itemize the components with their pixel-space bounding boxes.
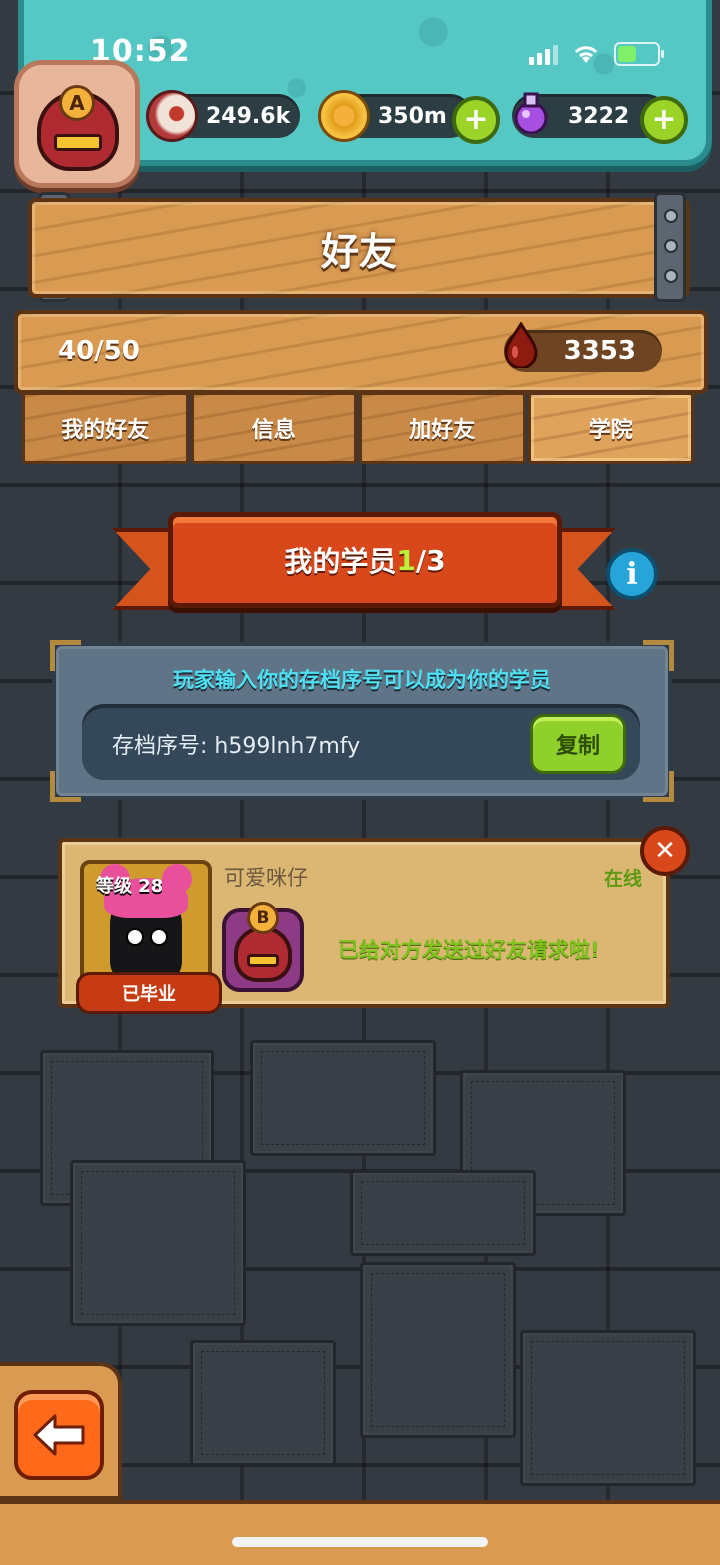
back-button[interactable] [14,1390,104,1480]
friend-count: 40/50 [58,336,140,366]
stone-slab [70,1160,246,1326]
student-rank-badge: B [222,902,304,992]
stone-slab [250,1040,436,1156]
copy-button[interactable]: 复制 [530,714,626,774]
student-card: 等级 28 已毕业 可爱咪仔 在线 B 已给对方发送过好友请求啦! [58,838,670,1014]
bottom-wood-bar [0,1500,720,1565]
gold-coin-icon [318,90,370,142]
stone-slab [360,1262,516,1438]
student-level: 等级 28 [96,876,164,897]
tab-academy[interactable]: 学院 [527,392,694,464]
blood-drop-icon [504,322,538,368]
eyeball-value: 249.6k [206,103,291,129]
graduated-badge: 已毕业 [76,972,222,1014]
tab-add-friend[interactable]: 加好友 [359,392,526,464]
status-bar: 10:52 [90,34,664,74]
remove-student-button[interactable]: ✕ [640,826,690,876]
banner-total: /3 [415,543,446,577]
add-gold-button[interactable]: + [452,96,500,144]
banner-current: 1 [396,543,416,577]
stone-slab [190,1340,336,1466]
stone-slab [520,1330,696,1486]
student-eye [150,928,168,946]
banner-label: 我的学员 [284,545,397,578]
corner-decoration [643,771,674,802]
potion-value: 3222 [568,103,630,129]
save-code-box: 存档序号: h599lnh7mfy 复制 [82,704,640,780]
monster-face-icon [234,926,292,982]
eyeball-icon [146,90,198,142]
home-indicator[interactable] [232,1537,488,1547]
title-board: 好友 [28,198,690,298]
gold-resource: 350m [318,90,472,142]
invite-title: 玩家输入你的存档序号可以成为你的学员 [173,668,551,692]
student-eye [126,928,144,946]
info-icon[interactable]: i [606,548,658,600]
online-status: 在线 [603,868,642,890]
stone-slab [350,1170,536,1256]
request-sent-message: 已给对方发送过好友请求啦! [338,938,600,962]
wifi-icon [574,46,598,63]
students-banner: 我的学员 1/3 [168,512,562,608]
eyeball-resource: 249.6k [146,90,300,142]
potion-icon [508,90,554,136]
player-avatar[interactable]: A [14,60,140,188]
save-code-text: 存档序号: h599lnh7mfy [112,734,361,759]
corner-decoration [50,771,81,802]
friend-tabs: 我的好友 信息 加好友 学院 [22,392,696,464]
gold-value: 350m [378,103,447,129]
invite-card: 玩家输入你的存档序号可以成为你的学员 存档序号: h599lnh7mfy 复制 [50,640,674,802]
battery-icon [614,42,664,66]
tab-messages[interactable]: 信息 [190,392,357,464]
add-potion-button[interactable]: + [640,96,688,144]
page-title: 好友 [320,229,397,274]
signal-icon [529,43,558,65]
tab-my-friends[interactable]: 我的好友 [22,392,189,464]
student-rank-letter: B [247,902,279,934]
metal-bracket-right [654,192,686,302]
student-name: 可爱咪仔 [224,866,308,890]
back-arrow-icon [33,1414,85,1456]
blood-value: 3353 [563,336,636,366]
player-rank-badge: A [59,85,95,121]
